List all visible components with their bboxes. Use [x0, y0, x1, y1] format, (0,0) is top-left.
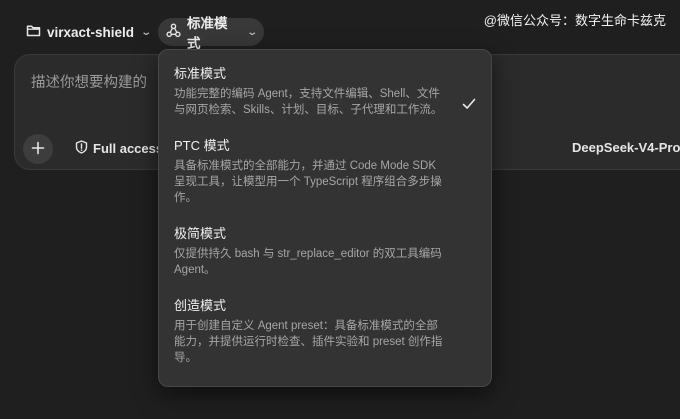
- project-name: virxact-shield: [47, 24, 135, 40]
- chevron-down-icon: ⌄: [140, 26, 153, 38]
- model-selector-button[interactable]: DeepSeek-V4-Pro: [572, 140, 680, 155]
- menu-item-description: 用于创建自定义 Agent preset：具备标准模式的全部能力，并提供运行时检…: [174, 320, 443, 364]
- mode-nodes-icon: [166, 23, 181, 41]
- check-icon: [461, 96, 477, 112]
- watermark-text: @微信公众号：数字生命卡兹克: [483, 13, 666, 28]
- menu-item-minimal-mode[interactable]: 极简模式 仅提供持久 bash 与 str_replace_editor 的双工…: [159, 220, 491, 286]
- menu-item-description: 具备标准模式的全部能力，并通过 Code Mode SDK 呈现工具，让模型用一…: [174, 160, 442, 204]
- menu-item-description: 功能完整的编码 Agent，支持文件编辑、Shell、文件与网页检索、Skill…: [174, 88, 443, 116]
- menu-item-standard-mode[interactable]: 标准模式 功能完整的编码 Agent，支持文件编辑、Shell、文件与网页检索、…: [159, 60, 491, 126]
- folder-icon: [26, 24, 41, 40]
- shield-icon: [75, 140, 88, 157]
- menu-item-ptc-mode[interactable]: PTC 模式 具备标准模式的全部能力，并通过 Code Mode SDK 呈现工…: [159, 132, 491, 214]
- menu-item-title: 创造模式: [174, 298, 227, 313]
- mode-label: 标准模式: [187, 16, 228, 51]
- chevron-down-icon: ⌄: [245, 26, 258, 38]
- mode-selector-button[interactable]: 标准模式 ⌄: [158, 16, 264, 51]
- menu-item-title: PTC 模式: [174, 138, 230, 153]
- menu-item-creation-mode[interactable]: 创造模式 用于创建自定义 Agent preset：具备标准模式的全部能力，并提…: [159, 292, 491, 374]
- menu-item-title: 标准模式: [174, 66, 227, 81]
- access-label: Full access: [93, 141, 164, 156]
- menu-item-description: 仅提供持久 bash 与 str_replace_editor 的双工具编码 A…: [174, 248, 442, 276]
- menu-item-title: 极简模式: [174, 226, 227, 241]
- composer-input[interactable]: 描述你想要构建的: [31, 71, 147, 92]
- access-level-button[interactable]: Full access: [75, 140, 163, 157]
- plus-icon: [31, 138, 45, 161]
- project-selector-button[interactable]: virxact-shield ⌄: [20, 18, 156, 46]
- mode-dropdown-menu: 标准模式 功能完整的编码 Agent，支持文件编辑、Shell、文件与网页检索、…: [158, 49, 492, 387]
- add-attachment-button[interactable]: [23, 134, 53, 164]
